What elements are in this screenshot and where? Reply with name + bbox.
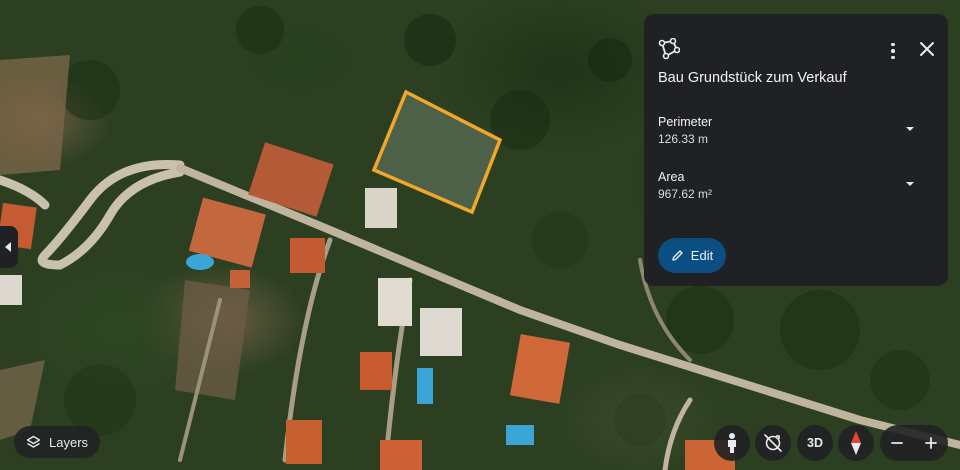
rotate-view-button[interactable] <box>755 425 791 461</box>
compass-button[interactable] <box>838 425 874 461</box>
pencil-icon <box>672 250 683 261</box>
more-vert-icon <box>891 42 895 47</box>
perimeter-expand-chevron-icon[interactable] <box>904 125 916 133</box>
perimeter-value: 126.33 m <box>658 132 709 146</box>
street-view-button[interactable] <box>714 425 750 461</box>
rotate-crossed-icon <box>764 434 782 452</box>
more-options-button[interactable] <box>884 40 902 62</box>
layers-label: Layers <box>49 434 89 450</box>
layers-button[interactable]: Layers <box>14 426 100 458</box>
pegman-icon <box>728 433 736 453</box>
edit-label: Edit <box>690 248 714 263</box>
collapse-sidebar-tab[interactable] <box>0 226 18 268</box>
close-icon[interactable] <box>916 38 938 60</box>
minus-icon <box>891 442 903 444</box>
perimeter-label: Perimeter <box>658 115 713 129</box>
edit-button[interactable]: Edit <box>658 238 726 273</box>
chevron-left-icon <box>5 242 11 252</box>
layers-icon <box>26 435 41 448</box>
zoom-in-button[interactable] <box>916 428 946 458</box>
area-expand-chevron-icon[interactable] <box>904 180 916 188</box>
area-label: Area <box>658 170 685 184</box>
panel-title: Bau Grundstück zum Verkauf <box>658 70 847 86</box>
zoom-controls <box>880 425 948 461</box>
plus-icon <box>925 437 937 449</box>
polygon-measure-icon <box>658 38 680 60</box>
zoom-out-button[interactable] <box>882 428 912 458</box>
toggle-3d-button[interactable]: 3D <box>797 425 833 461</box>
compass-icon <box>851 431 861 455</box>
measurement-panel: Bau Grundstück zum Verkauf Perimeter 126… <box>644 14 948 286</box>
area-value: 967.62 m² <box>658 187 713 201</box>
